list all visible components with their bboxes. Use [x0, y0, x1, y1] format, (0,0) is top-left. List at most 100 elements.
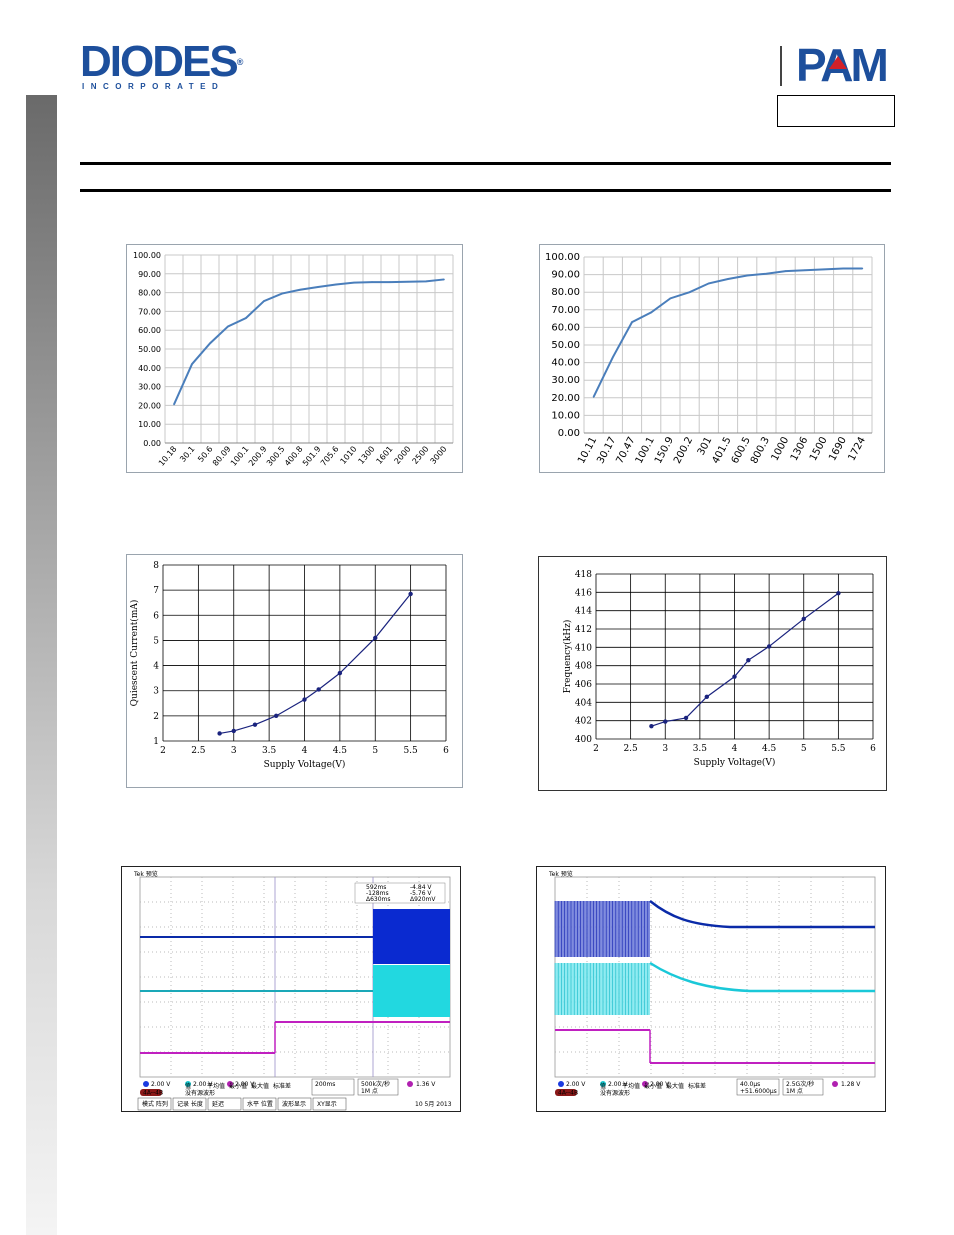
timebase: 40.0μs	[740, 1081, 760, 1088]
x-axis-title: Supply Voltage(V)	[264, 759, 346, 770]
y-tick-label: 40.00	[551, 358, 580, 369]
data-point	[823, 268, 825, 271]
y-tick-label: 6	[153, 611, 159, 621]
y-tick-label: 10.00	[551, 410, 580, 421]
trigger-dot	[832, 1081, 838, 1087]
y-tick-label: 80.00	[551, 287, 580, 298]
stat-label: 标准差	[273, 1082, 291, 1090]
y-tick-label: 50.00	[551, 340, 580, 351]
x-tick-label: 1306	[789, 435, 811, 463]
pam-logo: PAM	[780, 40, 900, 90]
y-tick-label: 90.00	[138, 270, 161, 279]
data-point	[407, 280, 409, 283]
y-tick-label: 408	[575, 662, 592, 672]
stat-label: 值	[185, 1082, 191, 1090]
no-source-note: 没有源波形	[600, 1089, 630, 1097]
data-line	[219, 593, 412, 735]
x-tick-label: 300.5	[265, 445, 287, 468]
y-tick-label: 402	[575, 717, 592, 727]
data-point	[317, 286, 319, 288]
data-point	[408, 591, 413, 597]
x-tick-label: 6	[870, 744, 876, 754]
stat-label: 最大值	[666, 1082, 684, 1090]
y-axis-title: Frequency(kHz)	[562, 620, 573, 694]
y-tick-label: 414	[575, 607, 592, 617]
stat-label: 标准差	[688, 1082, 706, 1090]
data-point	[631, 321, 633, 323]
stat-label: 平均值	[622, 1082, 640, 1090]
side-band	[26, 95, 57, 1235]
x-tick-label: 400.8	[283, 445, 305, 468]
channel-dot	[558, 1081, 564, 1087]
data-point	[669, 297, 672, 300]
data-point	[217, 731, 222, 736]
data-point	[316, 687, 321, 692]
x-tick-label: 100.1	[229, 445, 251, 468]
y-tick-label: 60.00	[138, 326, 161, 335]
trigger-level: 1.36 V	[416, 1081, 436, 1088]
data-point	[209, 342, 211, 345]
x-tick-label: 2	[160, 746, 166, 756]
x-tick-label: 4.5	[762, 744, 777, 754]
data-point	[861, 267, 864, 270]
y-tick-label: 30.00	[138, 383, 161, 392]
data-point	[784, 270, 787, 272]
y-tick-label: 70.00	[138, 307, 161, 316]
data-point	[683, 715, 689, 721]
data-point	[389, 281, 391, 283]
x-tick-label: 6	[443, 746, 449, 756]
y-tick-label: 8	[153, 561, 159, 571]
y-tick-label: 400	[575, 735, 592, 745]
data-point	[727, 278, 729, 280]
stat-label: 平均值	[207, 1082, 225, 1090]
x-tick-label: 3.5	[262, 746, 277, 756]
x-tick-label: 2000	[393, 445, 413, 466]
data-line	[651, 592, 839, 727]
y-tick-label: 5	[153, 636, 159, 646]
x-tick-label: 5	[372, 746, 378, 756]
y-tick-label: 3	[153, 687, 159, 697]
record-points: 1M 点	[361, 1087, 378, 1095]
y-tick-label: 404	[575, 698, 592, 708]
x-tick-label: 1010	[339, 445, 359, 466]
efficiency-chart-right: 0.00 10.00 20.00 30.00 40.00 50.00 60.00 70.00 8…	[539, 244, 885, 473]
x-tick-label: 4.5	[333, 746, 348, 756]
stat-label: 最小值	[644, 1082, 662, 1090]
y-tick-label: 30.00	[551, 375, 580, 386]
ref-label: 4A--4B	[558, 1090, 578, 1097]
y-tick-label: 100.00	[133, 251, 161, 260]
stat-label: 值	[600, 1082, 606, 1090]
ch1-switching	[555, 901, 650, 957]
data-point	[353, 281, 355, 284]
y-tick-label: 40.00	[138, 364, 161, 373]
data-point	[371, 281, 373, 283]
data-point	[263, 300, 265, 302]
x-tick-label: 4	[732, 744, 738, 754]
y-tick-label: 20.00	[551, 393, 580, 404]
y-tick-label: 1	[153, 737, 159, 747]
scope-date: 10 5月 2013	[415, 1101, 452, 1108]
y-tick-label: 7	[153, 586, 159, 596]
y-tick-label: 100.00	[545, 252, 580, 263]
data-point	[245, 317, 247, 319]
data-point	[274, 713, 279, 719]
softkey-label: XY显示	[317, 1101, 337, 1108]
data-point	[746, 274, 748, 277]
y-tick-label: 90.00	[551, 270, 580, 281]
x-tick-label: 5.5	[831, 744, 846, 754]
trigger-level: 1.28 V	[841, 1081, 861, 1088]
softkey-label: 模式 阵列	[142, 1100, 168, 1108]
x-tick-label: 3000	[429, 445, 449, 466]
y-tick-label: 0.00	[558, 428, 580, 439]
part-number-box	[777, 95, 895, 127]
stat-label: 最小值	[229, 1082, 247, 1090]
y-tick-label: 4	[153, 662, 159, 672]
data-point	[704, 694, 709, 700]
x-tick-label: 30.1	[178, 445, 196, 464]
ch2-switching	[373, 965, 450, 1017]
y-tick-label: 2	[153, 712, 159, 722]
softkey-label: 水平 位置	[247, 1100, 273, 1108]
x-tick-label: 2.5	[623, 744, 638, 754]
ch2-switching	[555, 963, 650, 1015]
y-tick-label: 50.00	[138, 345, 161, 354]
